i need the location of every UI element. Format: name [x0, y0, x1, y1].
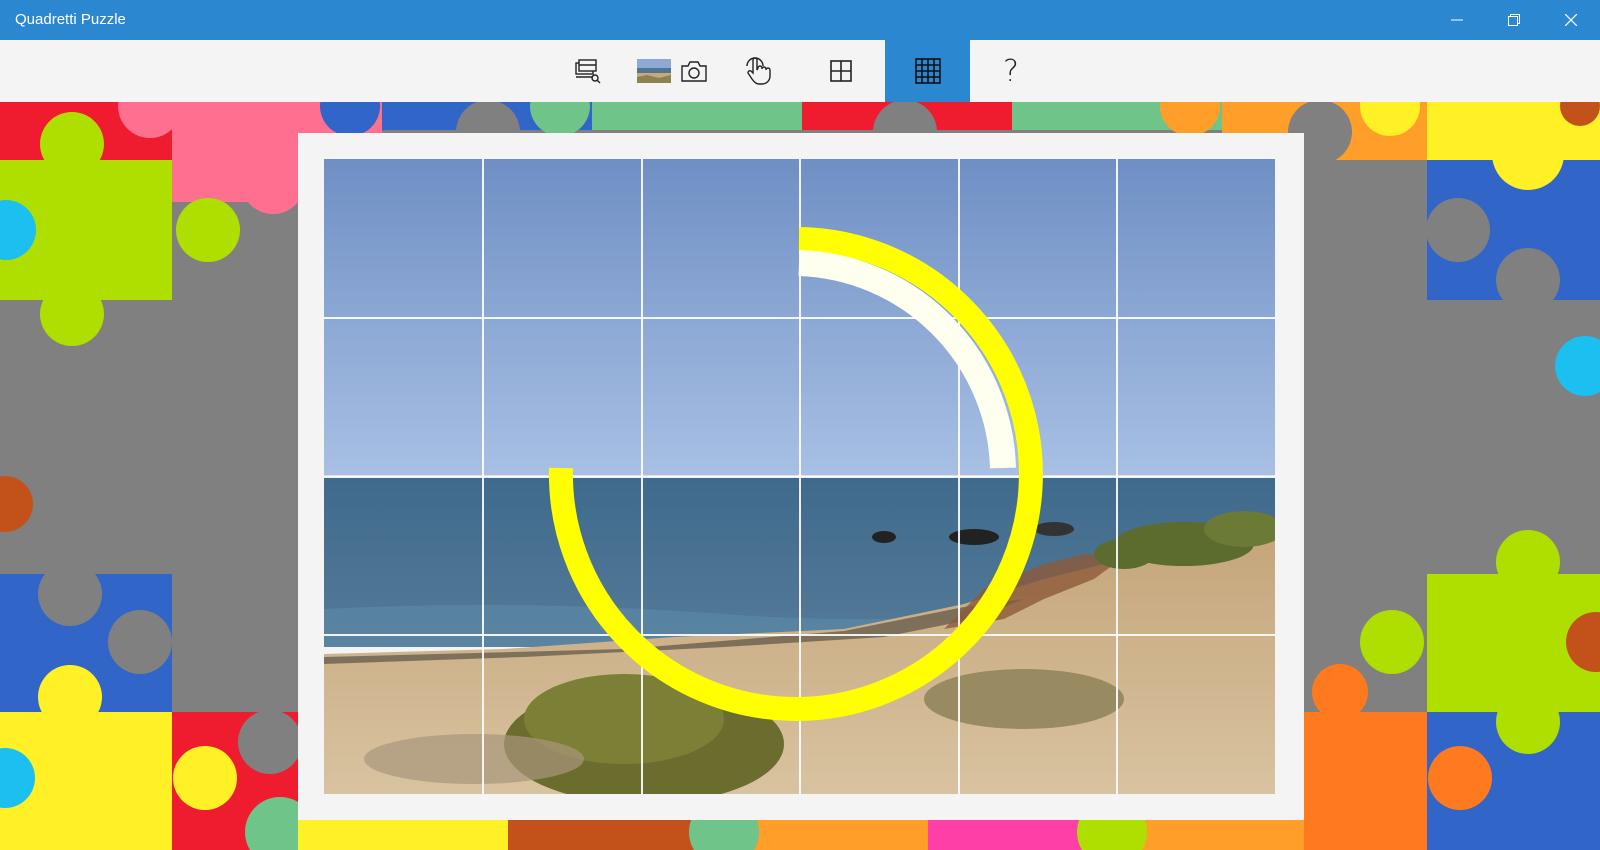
puzzle-board — [298, 133, 1304, 820]
title-bar: Quadretti Puzzle — [0, 0, 1600, 40]
grid-2x2-button[interactable] — [820, 40, 862, 102]
grid-2x2-icon — [830, 60, 852, 82]
select-image-button[interactable] — [566, 40, 608, 102]
beach-thumbnail — [637, 59, 671, 83]
close-icon — [1565, 14, 1577, 26]
puzzle-image[interactable] — [324, 159, 1275, 794]
touch-mode-button[interactable] — [740, 40, 776, 102]
camera-button[interactable] — [677, 40, 711, 102]
minimize-icon — [1451, 19, 1463, 21]
close-button[interactable] — [1543, 0, 1599, 40]
minimize-button[interactable] — [1429, 0, 1485, 40]
help-button[interactable]: ? — [990, 40, 1032, 102]
image-thumbnail[interactable] — [637, 40, 671, 102]
toolbar: ? — [0, 40, 1600, 103]
grid-4x4-icon — [914, 58, 941, 84]
question-mark-icon: ? — [1003, 53, 1019, 89]
loading-ring-icon — [548, 227, 1043, 721]
touch-hand-icon — [746, 57, 771, 85]
window-title: Quadretti Puzzle — [15, 11, 126, 28]
restore-icon — [1508, 14, 1520, 26]
camera-icon — [681, 61, 707, 82]
grid-4x4-button[interactable] — [885, 40, 970, 102]
restore-button[interactable] — [1486, 0, 1542, 40]
gallery-select-icon — [575, 59, 601, 84]
